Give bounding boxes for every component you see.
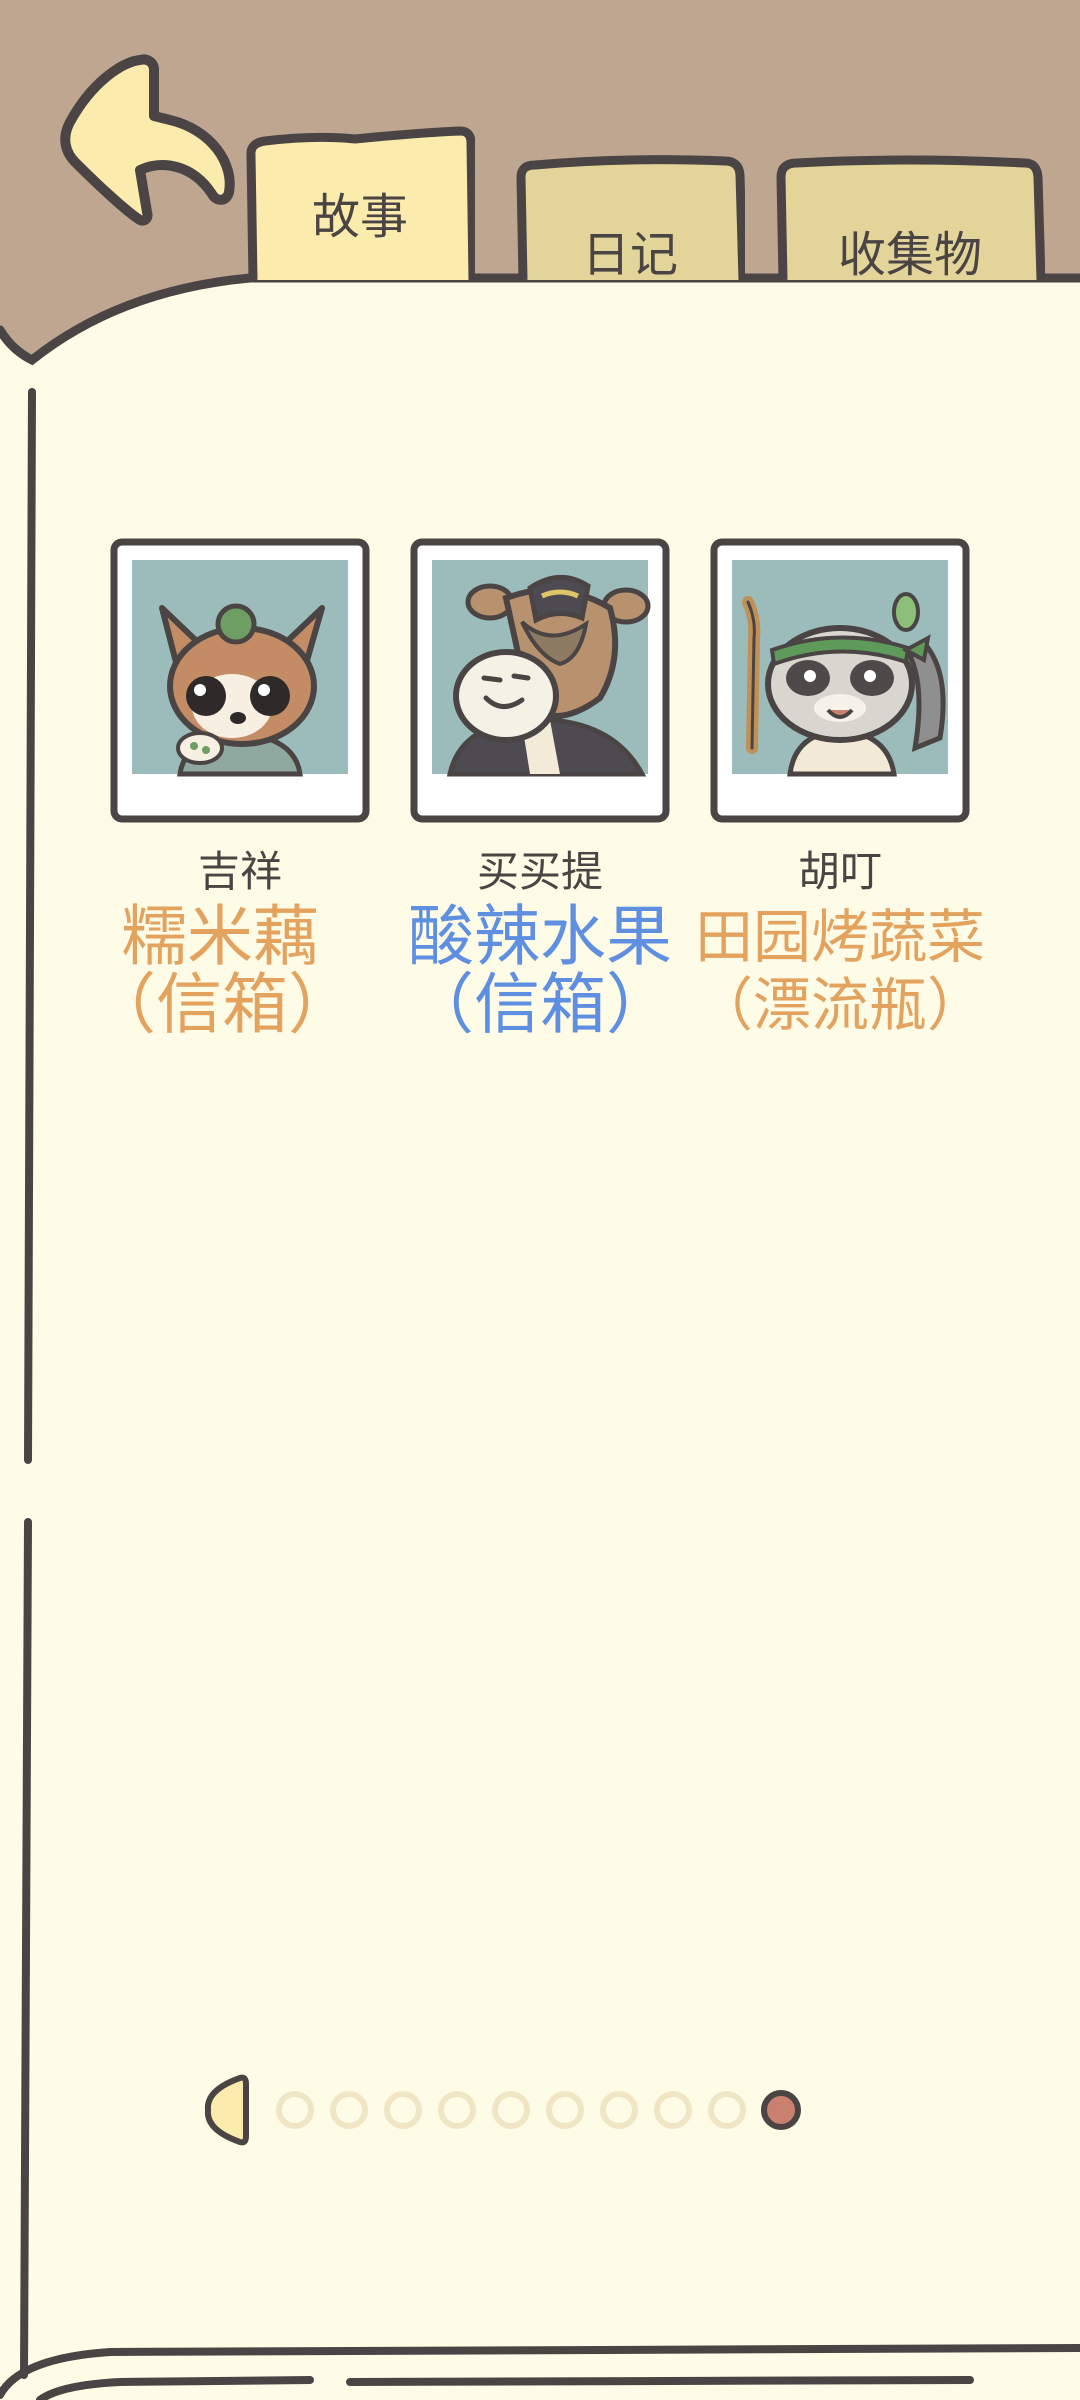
page-dot[interactable] xyxy=(708,2091,746,2129)
page-dot[interactable] xyxy=(600,2091,638,2129)
dish-name: 田园烤蔬菜 xyxy=(694,903,985,971)
page-dot[interactable] xyxy=(492,2091,530,2129)
tab-label: 收集物 xyxy=(837,227,982,283)
page-dot[interactable] xyxy=(654,2091,692,2129)
dish-source: （信箱） xyxy=(408,966,672,1043)
page-dot[interactable] xyxy=(276,2091,314,2129)
dish-source: （信箱） xyxy=(90,966,354,1043)
page-dot-active[interactable] xyxy=(761,2090,801,2130)
page-dot[interactable] xyxy=(330,2091,368,2129)
tab-collections[interactable]: 收集物 xyxy=(775,155,1045,283)
character-name: 吉祥 xyxy=(197,847,282,896)
dish-label: 田园烤蔬菜 （漂流瓶） xyxy=(685,903,995,1039)
dish-label: 糯米藕 （信箱） xyxy=(90,898,354,1043)
page-dot[interactable] xyxy=(438,2091,476,2129)
dish-label: 酸辣水果 （信箱） xyxy=(385,903,695,1039)
dish-name: 糯米藕 xyxy=(121,898,319,975)
page-dot[interactable] xyxy=(384,2091,422,2129)
previous-page-arrow-icon[interactable] xyxy=(204,2074,249,2146)
tab-diary[interactable]: 日记 xyxy=(515,155,745,283)
character-name: 买买提 xyxy=(476,847,603,896)
notebook-background xyxy=(0,0,1080,2400)
pagination xyxy=(204,2074,801,2146)
page-dot[interactable] xyxy=(546,2091,584,2129)
chihuahua-portrait xyxy=(110,538,370,823)
raccoon-portrait xyxy=(710,538,970,823)
tab-stories[interactable]: 故事 xyxy=(245,125,475,280)
tab-label: 故事 xyxy=(311,189,408,245)
back-arrow-icon[interactable] xyxy=(52,52,242,232)
dish-source: （漂流瓶） xyxy=(694,971,985,1039)
tab-label: 日记 xyxy=(581,227,678,283)
dish-name: 酸辣水果 xyxy=(408,898,672,975)
character-name: 胡叮 xyxy=(797,847,882,896)
camel-portrait xyxy=(410,538,670,823)
